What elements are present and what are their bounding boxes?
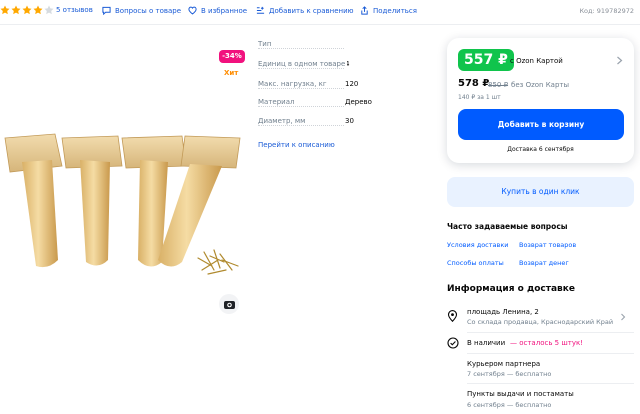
- share-button[interactable]: Поделиться: [360, 6, 417, 15]
- delivery-option-title: Курьером партнера: [467, 360, 541, 368]
- favorites-button[interactable]: В избранное: [188, 6, 247, 15]
- spec-row: Диаметр, мм 30: [258, 117, 438, 129]
- spec-row: Макс. нагрузка, кг 120: [258, 80, 438, 92]
- spec-row: Тип: [258, 40, 438, 52]
- spec-name: Макс. нагрузка, кг: [258, 80, 329, 88]
- image-search-button[interactable]: [219, 294, 239, 314]
- product-sku[interactable]: Код: 919782972: [579, 7, 634, 15]
- regular-price: 578 ₽: [458, 78, 490, 89]
- spec-dots: [258, 48, 344, 49]
- stock-warning: — осталось 5 штук!: [510, 339, 584, 347]
- star-icon: [33, 5, 43, 15]
- screws: [197, 249, 239, 275]
- star-icon: [0, 5, 10, 15]
- favorites-label: В избранное: [201, 6, 248, 15]
- heart-icon: [188, 6, 197, 15]
- product-topbar: 5 отзывов Вопросы о товаре В избранное Д…: [0, 0, 640, 24]
- spec-value: 30: [345, 117, 354, 125]
- share-label: Поделиться: [373, 6, 417, 15]
- faq-link-payment[interactable]: Способы оплаты: [447, 259, 504, 267]
- go-to-description-link[interactable]: Перейти к описанию: [258, 141, 335, 149]
- delivery-info-title: Информация о доставке: [447, 284, 575, 294]
- buy-one-click-button[interactable]: Купить в один клик: [447, 177, 634, 207]
- delivery-option-subtitle: 7 сентября — бесплатно: [467, 370, 552, 378]
- divider: [467, 383, 634, 384]
- spec-value: 120: [345, 80, 359, 88]
- discount-badge: -34%: [219, 50, 245, 63]
- spec-name: Единиц в одном товаре: [258, 60, 348, 68]
- in-stock-label: В наличии: [467, 339, 506, 347]
- furniture-leg-2: [61, 135, 123, 266]
- reviews-label: 5 отзывов: [56, 6, 93, 14]
- spec-name: Материал: [258, 98, 297, 106]
- furniture-leg-1: [4, 133, 63, 268]
- spec-dots: [258, 68, 344, 69]
- spec-name: Тип: [258, 40, 274, 48]
- hit-badge: Хит: [224, 69, 239, 77]
- faq-link-refund[interactable]: Возврат денег: [519, 259, 569, 267]
- warehouse-info: Со склада продавца, Краснодарский Край: [467, 318, 614, 326]
- ozon-card-price[interactable]: 557 ₽: [458, 49, 514, 71]
- faq-link-delivery-terms[interactable]: Условия доставки: [447, 241, 509, 249]
- add-to-cart-button[interactable]: Добавить в корзину: [458, 109, 624, 140]
- ozon-card-label: с Ozon Картой: [510, 57, 563, 65]
- questions-label: Вопросы о товаре: [115, 6, 182, 15]
- rating-stars[interactable]: [0, 5, 54, 15]
- share-icon: [361, 6, 368, 15]
- spec-row: Единиц в одном товаре 4: [258, 60, 438, 72]
- spec-dots: [258, 88, 344, 89]
- star-icon: [22, 5, 32, 15]
- chevron-right-icon[interactable]: [616, 56, 623, 65]
- star-icon: [11, 5, 21, 15]
- price-per-unit: 140 ₽ за 1 шт: [458, 94, 501, 101]
- spec-value: Дерево: [345, 98, 372, 106]
- check-circle-icon: [447, 337, 459, 349]
- divider: [467, 353, 634, 354]
- questions-link[interactable]: Вопросы о товаре: [102, 6, 181, 15]
- compare-label: Добавить к сравнению: [269, 6, 354, 15]
- spec-name: Диаметр, мм: [258, 117, 308, 125]
- divider: [467, 332, 634, 333]
- spec-dots: [258, 125, 344, 126]
- star-empty-icon: [44, 5, 54, 15]
- old-price: 850 ₽: [488, 81, 509, 89]
- price-card: 557 ₽ с Ozon Картой 578 ₽ 850 ₽ без Ozon…: [447, 38, 634, 163]
- product-image[interactable]: [0, 110, 250, 290]
- faq-title: Часто задаваемые вопросы: [447, 222, 568, 231]
- reviews-link[interactable]: 5 отзывов: [56, 6, 93, 14]
- chat-icon: [102, 6, 111, 15]
- delivery-address[interactable]: площадь Ленина, 2: [467, 308, 539, 316]
- compare-icon: [256, 6, 265, 14]
- delivery-option-subtitle: 6 сентября — бесплатно: [467, 401, 552, 409]
- divider: [0, 24, 640, 25]
- location-pin-icon: [447, 310, 458, 322]
- camera-search-icon: [223, 300, 235, 309]
- spec-dots: [258, 106, 344, 107]
- no-card-label: без Ozon Карты: [511, 81, 570, 89]
- delivery-date: Доставка 6 сентября: [507, 146, 574, 153]
- delivery-option-title: Пункты выдачи и постаматы: [467, 390, 574, 398]
- chevron-right-icon[interactable]: [620, 313, 626, 321]
- faq-link-returns[interactable]: Возврат товаров: [519, 241, 576, 249]
- compare-button[interactable]: Добавить к сравнению: [256, 6, 354, 15]
- spec-row: Материал Дерево: [258, 98, 438, 110]
